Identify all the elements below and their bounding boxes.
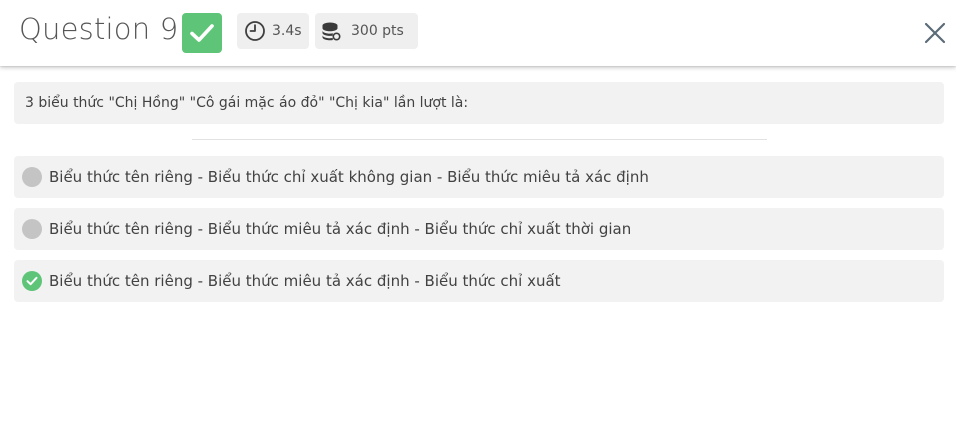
answer-option-label: Biểu thức tên riêng - Biểu thức miêu tả … [49, 220, 632, 238]
time-value: 3.4s [272, 23, 302, 39]
divider [192, 139, 767, 140]
time-chip: 3.4s [237, 13, 309, 49]
answer-option-label: Biểu thức tên riêng - Biểu thức chỉ xuất… [49, 168, 649, 186]
question-body: 3 biểu thức "Chị Hồng" "Cô gái mặc áo đỏ… [0, 66, 956, 421]
correct-badge [182, 13, 222, 53]
question-prompt: 3 biểu thức "Chị Hồng" "Cô gái mặc áo đỏ… [14, 82, 944, 124]
points-value: 300 pts [351, 23, 404, 39]
correct-check-icon [22, 271, 42, 291]
points-chip: 300 pts [315, 13, 418, 49]
question-prompt-text: 3 biểu thức "Chị Hồng" "Cô gái mặc áo đỏ… [25, 95, 469, 111]
question-header: Question 9 3.4s 300 pts [0, 0, 956, 66]
coins-icon [321, 21, 341, 41]
clock-icon [244, 20, 266, 42]
close-button[interactable] [920, 18, 950, 48]
question-title: Question 9 [19, 12, 179, 46]
answer-option-1[interactable]: Biểu thức tên riêng - Biểu thức chỉ xuất… [14, 156, 944, 198]
unselected-circle-icon [22, 219, 42, 239]
answer-option-2[interactable]: Biểu thức tên riêng - Biểu thức miêu tả … [14, 208, 944, 250]
answer-option-label: Biểu thức tên riêng - Biểu thức miêu tả … [49, 272, 561, 290]
checkmark-icon [189, 22, 215, 44]
answer-option-3[interactable]: Biểu thức tên riêng - Biểu thức miêu tả … [14, 260, 944, 302]
close-icon [924, 22, 946, 44]
unselected-circle-icon [22, 167, 42, 187]
